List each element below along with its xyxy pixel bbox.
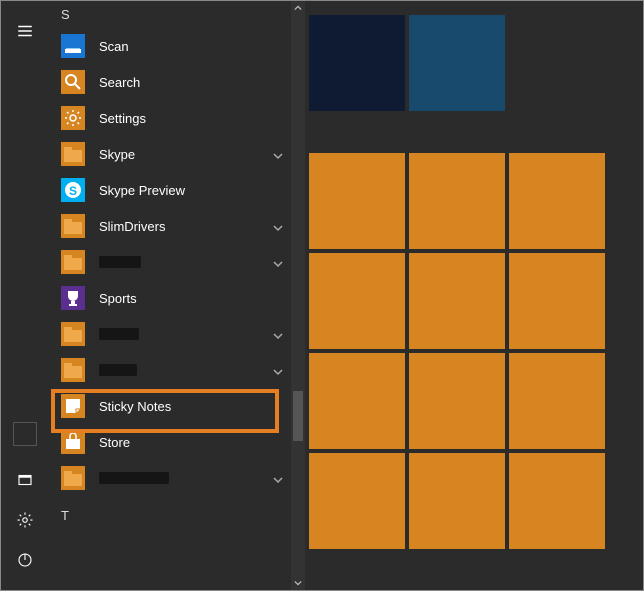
tile-orange-10[interactable] [309,453,405,549]
app-label: Search [99,75,140,90]
tiles-area [305,1,643,590]
app-label-redacted [99,256,141,268]
app-store[interactable]: Store [49,424,305,460]
chevron-down-icon [273,329,283,339]
settings-icon [61,106,85,130]
app-redacted-folder-2[interactable] [49,316,305,352]
skype-icon: S [61,178,85,202]
store-icon [61,430,85,454]
app-label: Sports [99,291,137,306]
app-label-redacted [99,328,139,340]
app-label: SlimDrivers [99,219,165,234]
tile-orange-6[interactable] [509,253,605,349]
tile-orange-5[interactable] [409,253,505,349]
hamburger-button[interactable] [1,11,49,51]
app-redacted-folder-1[interactable] [49,244,305,280]
rail-placeholder[interactable] [13,422,37,446]
app-sports[interactable]: Sports [49,280,305,316]
tile-orange-3[interactable] [509,153,605,249]
app-label: Scan [99,39,129,54]
app-list: S Scan Search Settings Skype [49,1,305,590]
sticky-notes-icon [61,394,85,418]
tile-orange-11[interactable] [409,453,505,549]
app-label-redacted [99,364,137,376]
scroll-down-icon[interactable] [291,576,305,590]
app-redacted-folder-3[interactable] [49,352,305,388]
app-label: Store [99,435,130,450]
scroll-thumb[interactable] [293,391,303,441]
app-list-scrollbar[interactable] [291,1,305,590]
file-explorer-button[interactable] [1,460,49,500]
start-menu: S Scan Search Settings Skype [1,1,643,590]
tile-navy-2[interactable] [409,15,505,111]
folder-icon [61,466,85,490]
app-slimdrivers-folder[interactable]: SlimDrivers [49,208,305,244]
app-scan[interactable]: Scan [49,28,305,64]
app-skype-folder[interactable]: Skype [49,136,305,172]
left-rail [1,1,49,590]
app-label: Settings [99,111,146,126]
app-sticky-notes[interactable]: Sticky Notes [49,388,305,424]
app-search[interactable]: Search [49,64,305,100]
tile-orange-1[interactable] [309,153,405,249]
search-icon [61,70,85,94]
app-label: Skype Preview [99,183,185,198]
app-label-redacted [99,472,169,484]
folder-icon [61,142,85,166]
gear-icon [16,511,34,529]
folder-icon [61,358,85,382]
tile-orange-7[interactable] [309,353,405,449]
tile-navy-1[interactable] [309,15,405,111]
folder-icon [61,250,85,274]
folder-icon [61,322,85,346]
tile-orange-4[interactable] [309,253,405,349]
svg-text:S: S [69,184,77,198]
settings-button[interactable] [1,500,49,540]
tile-orange-2[interactable] [409,153,505,249]
chevron-down-icon [273,149,283,159]
tile-orange-8[interactable] [409,353,505,449]
app-redacted-folder-4[interactable] [49,460,305,496]
power-button[interactable] [1,540,49,580]
chevron-down-icon [273,473,283,483]
scroll-up-icon[interactable] [291,1,305,15]
app-label: Sticky Notes [99,399,171,414]
letter-header-s[interactable]: S [49,1,305,28]
app-settings[interactable]: Settings [49,100,305,136]
file-explorer-icon [16,471,34,489]
chevron-down-icon [273,365,283,375]
tile-orange-12[interactable] [509,453,605,549]
power-icon [16,551,34,569]
app-skype-preview[interactable]: S Skype Preview [49,172,305,208]
tile-orange-9[interactable] [509,353,605,449]
scan-icon [61,34,85,58]
hamburger-icon [16,22,34,40]
letter-header-t[interactable]: T [49,502,305,529]
app-label: Skype [99,147,135,162]
chevron-down-icon [273,221,283,231]
trophy-icon [61,286,85,310]
folder-icon [61,214,85,238]
chevron-down-icon [273,257,283,267]
